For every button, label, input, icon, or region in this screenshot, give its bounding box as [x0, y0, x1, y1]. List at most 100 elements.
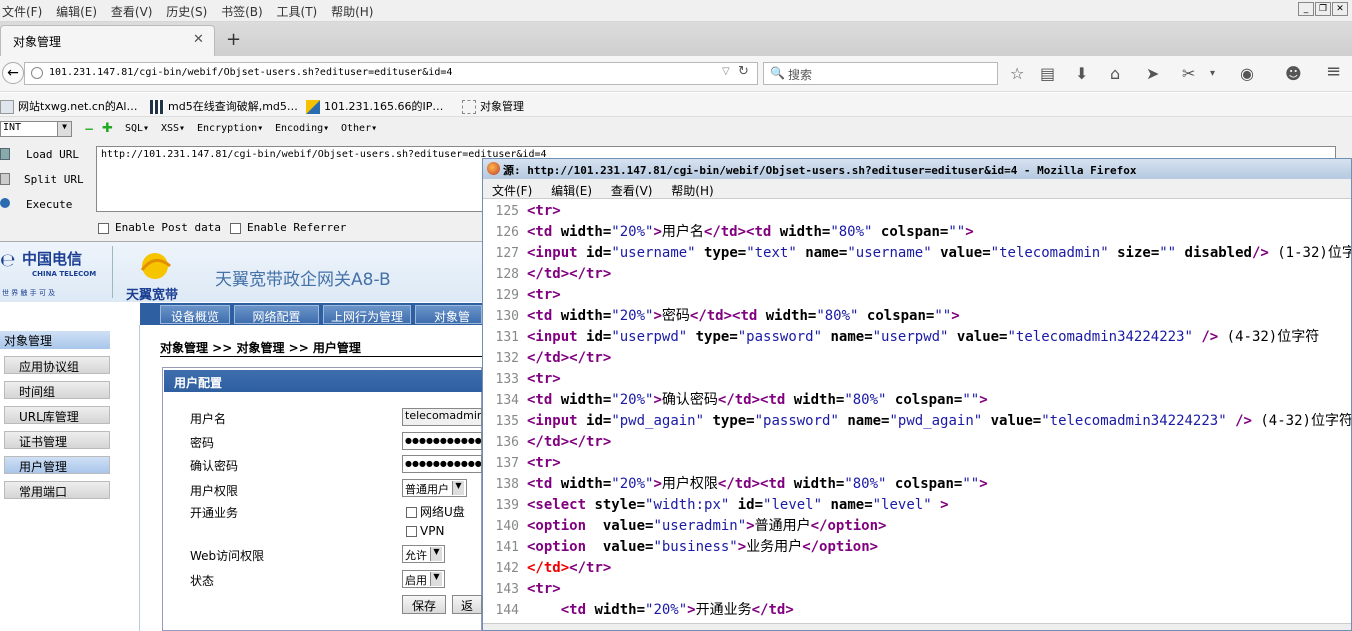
- code-token: "80%": [816, 308, 859, 324]
- user-config-panel: [162, 367, 482, 631]
- hackbar-type-select[interactable]: INT ▼: [0, 121, 72, 137]
- minimize-icon[interactable]: _: [1298, 2, 1314, 16]
- tab-device-overview[interactable]: 设备概览: [160, 305, 230, 324]
- breadcrumb: 对象管理 >> 对象管理 >> 用户管理: [160, 341, 361, 355]
- sidebar-heading[interactable]: 对象管理: [0, 331, 110, 349]
- menu-file[interactable]: 文件(F): [0, 0, 50, 20]
- line-number: 134: [495, 393, 519, 408]
- menu-tools[interactable]: 工具(T): [275, 0, 326, 20]
- vpn-checkbox[interactable]: VPN: [406, 524, 444, 538]
- url-dropdown-icon[interactable]: ▽: [722, 66, 730, 77]
- source-line: 125 <tr>: [483, 201, 1351, 222]
- code-token: size=: [1108, 245, 1160, 261]
- source-menu-help[interactable]: 帮助(H): [662, 179, 719, 199]
- site-info-icon[interactable]: [31, 67, 43, 79]
- code-token: width=: [765, 308, 817, 324]
- password-label: 密码: [190, 436, 215, 450]
- sidebar-item-users[interactable]: 用户管理: [4, 456, 110, 474]
- source-menu-view[interactable]: 查看(V): [602, 179, 659, 199]
- menu-bookmarks[interactable]: 书签(B): [219, 0, 271, 20]
- sidebar-item-certificates[interactable]: 证书管理: [4, 431, 110, 449]
- bookmark-1[interactable]: 网站txwg.net.cn的Al…: [0, 98, 137, 114]
- enable-referrer-checkbox[interactable]: Enable Referrer: [230, 221, 346, 234]
- url-input[interactable]: 101.231.147.81/cgi-bin/webif/Objset-user…: [24, 62, 758, 85]
- new-tab-icon[interactable]: +: [226, 29, 241, 50]
- web-access-select[interactable]: 允许 ▼: [402, 545, 445, 563]
- bookmark-3[interactable]: 101.231.165.66的IP…: [306, 98, 443, 114]
- tab-network-config[interactable]: 网络配置: [234, 305, 319, 324]
- screenshot-icon[interactable]: ✂: [1182, 64, 1195, 83]
- role-select[interactable]: 普通用户 ▼: [402, 479, 467, 497]
- tab-behavior-management[interactable]: 上网行为管理: [323, 305, 411, 324]
- code-token: </option>: [802, 539, 879, 555]
- code-token: type=: [704, 413, 755, 429]
- send-icon[interactable]: ➤: [1146, 64, 1159, 83]
- status-select[interactable]: 启用 ▼: [402, 570, 445, 588]
- load-url-button[interactable]: Load URL: [26, 148, 79, 161]
- china-telecom-logo-icon: ℮: [0, 250, 16, 271]
- smiley-icon[interactable]: ☻: [1285, 64, 1302, 83]
- code-token: "": [934, 308, 952, 324]
- password-field[interactable]: ●●●●●●●●●●●: [402, 432, 482, 450]
- save-button[interactable]: 保存: [402, 595, 446, 614]
- menu-history[interactable]: 历史(S): [164, 0, 215, 20]
- username-label: 用户名: [190, 412, 227, 426]
- code-token: id=: [729, 497, 764, 513]
- menu-help[interactable]: 帮助(H): [329, 0, 381, 20]
- bookmark-2[interactable]: md5在线查询破解,md5…: [150, 98, 298, 114]
- downloads-icon[interactable]: ⬇: [1075, 64, 1088, 83]
- sidebar-item-time-group[interactable]: 时间组: [4, 381, 110, 399]
- username-field[interactable]: telecomadmin: [402, 408, 482, 426]
- horizontal-scrollbar[interactable]: [483, 623, 1351, 630]
- globe-icon[interactable]: ◉: [1240, 64, 1254, 83]
- split-url-button[interactable]: Split URL: [24, 173, 84, 186]
- hackbar-other-menu[interactable]: Other▾: [341, 123, 377, 134]
- menu-edit[interactable]: 编辑(E): [54, 0, 105, 20]
- confirm-password-field[interactable]: ●●●●●●●●●●●: [402, 455, 482, 473]
- source-line: 139 <select style="width:px" id="level" n…: [483, 495, 1351, 516]
- line-number: 132: [495, 351, 519, 366]
- hackbar-encoding-menu[interactable]: Encoding▾: [275, 123, 329, 134]
- menu-view[interactable]: 查看(V): [109, 0, 161, 20]
- restore-icon[interactable]: ❐: [1315, 2, 1331, 16]
- source-line: 126 <td width="20%">用户名</td><td width="80…: [483, 222, 1351, 243]
- code-token: "telecomadmin": [990, 245, 1109, 261]
- enable-post-checkbox[interactable]: Enable Post data: [98, 221, 221, 234]
- sidebar-item-app-protocol[interactable]: 应用协议组: [4, 356, 110, 374]
- source-code-view[interactable]: 125 <tr> 126 <td width="20%">用户名</td><td wi…: [483, 201, 1351, 630]
- minus-icon[interactable]: −: [84, 122, 94, 136]
- execute-button[interactable]: Execute: [26, 198, 72, 211]
- tab-object-management[interactable]: 对象管理: [0, 25, 215, 56]
- bookmark-4[interactable]: 对象管理: [462, 98, 524, 114]
- search-input[interactable]: 搜索: [763, 62, 998, 85]
- sidebar-item-url-library[interactable]: URL库管理: [4, 406, 110, 424]
- plus-icon[interactable]: ✚: [102, 121, 113, 136]
- source-menu-edit[interactable]: 编辑(E): [542, 179, 598, 199]
- code-token: "80%": [844, 476, 887, 492]
- bookmark-star-icon[interactable]: ☆: [1010, 64, 1024, 83]
- reading-list-icon[interactable]: ▤: [1040, 64, 1055, 83]
- web-access-label: Web访问权限: [190, 549, 265, 563]
- hackbar-encryption-menu[interactable]: Encryption▾: [197, 123, 263, 134]
- code-token: colspan=: [886, 476, 963, 492]
- tab-object-management[interactable]: 对象管理: [415, 305, 482, 341]
- back-button-icon[interactable]: ←: [2, 62, 24, 84]
- hamburger-menu-icon[interactable]: ≡: [1326, 61, 1341, 82]
- hackbar-sql-menu[interactable]: SQL▾: [125, 123, 149, 134]
- tab-close-icon[interactable]: ✕: [193, 32, 204, 47]
- back-button[interactable]: 返回: [452, 595, 482, 614]
- close-window-icon[interactable]: ✕: [1332, 2, 1348, 16]
- reload-icon[interactable]: ↻: [738, 64, 749, 79]
- code-token: "username": [847, 245, 932, 261]
- sidebar-item-label: 证书管理: [19, 435, 68, 449]
- source-line: 142 </td></tr>: [483, 558, 1351, 579]
- dropdown-icon[interactable]: ▾: [1210, 68, 1215, 79]
- code-token: type=: [695, 245, 747, 261]
- hackbar-xss-menu[interactable]: XSS▾: [161, 123, 185, 134]
- home-icon[interactable]: ⌂: [1110, 64, 1120, 83]
- code-token: </td><td: [717, 476, 794, 492]
- confirm-password-label: 确认密码: [190, 459, 239, 473]
- source-menu-file[interactable]: 文件(F): [483, 179, 538, 199]
- netdisk-checkbox[interactable]: 网络U盘: [406, 503, 465, 520]
- sidebar-item-common-ports[interactable]: 常用端口: [4, 481, 110, 499]
